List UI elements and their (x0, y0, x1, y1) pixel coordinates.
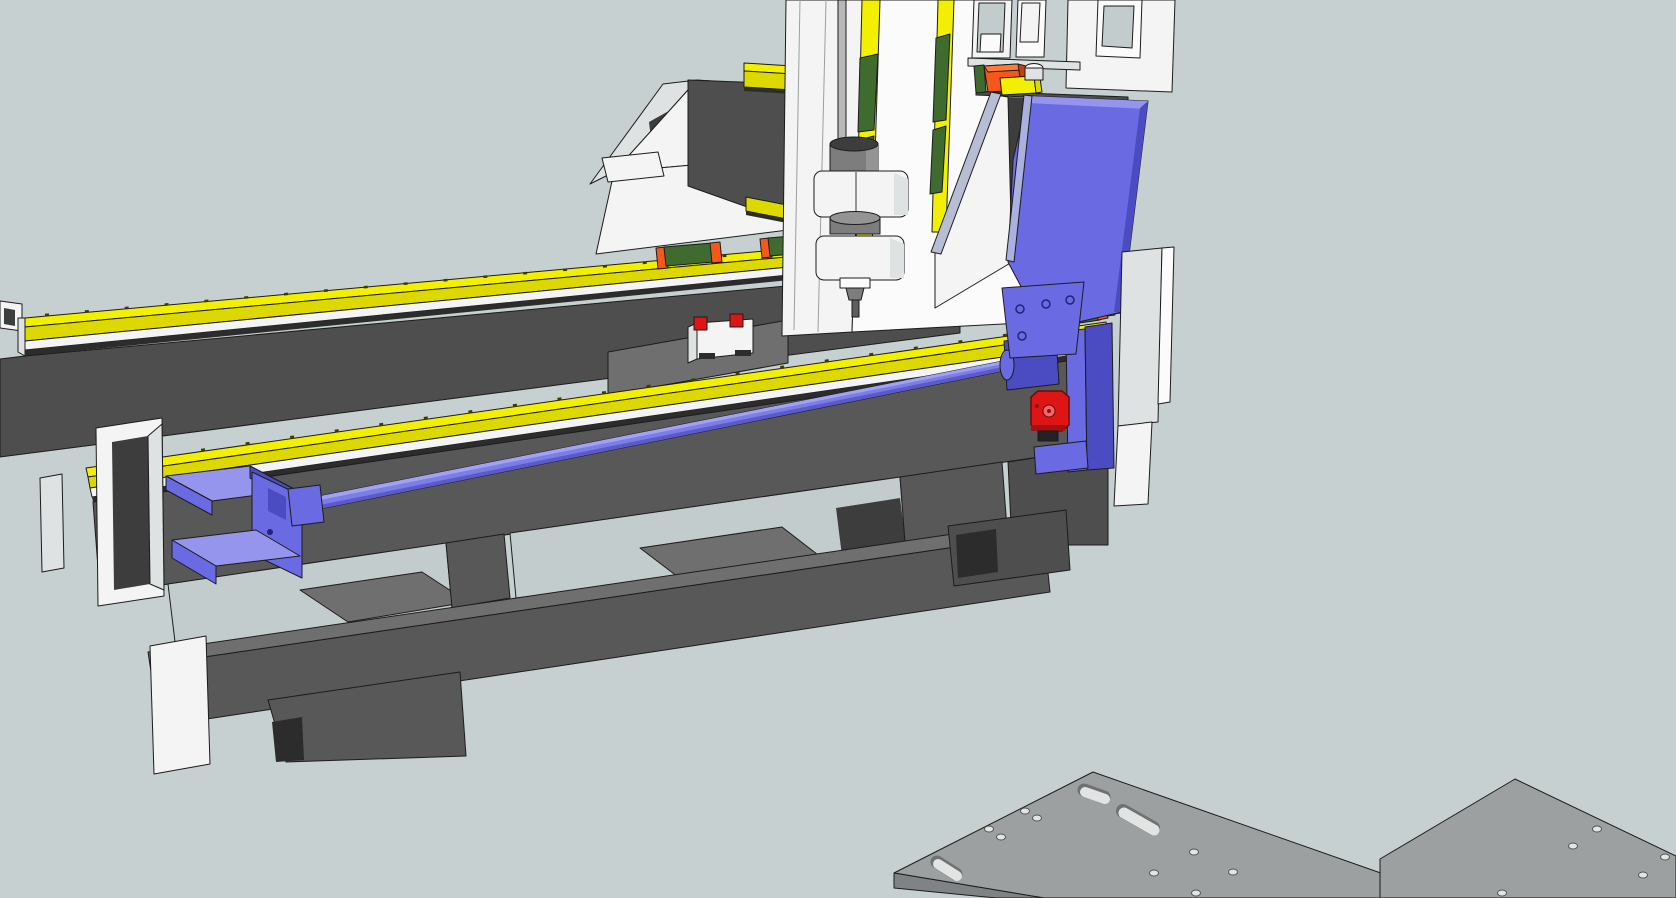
plate-hole (997, 834, 1006, 840)
model-canvas[interactable] (0, 0, 1676, 898)
motor-mount-side (1085, 323, 1114, 470)
z-bearing (858, 54, 878, 132)
plate-hole (1661, 854, 1670, 860)
plate-window-2 (1020, 3, 1040, 42)
end-bracket-notch (4, 308, 15, 326)
ballnut-bracket-plate (1002, 282, 1084, 358)
spindle-motor-top (830, 137, 878, 151)
spindle-lower-body (840, 278, 870, 288)
clamp-red-2 (730, 314, 743, 327)
motor-bolt-hole (1035, 404, 1039, 408)
cad-viewport[interactable] (0, 0, 1676, 898)
plate-hole (1021, 808, 1030, 814)
plate-hole (1639, 872, 1648, 878)
lower-leg (150, 636, 210, 774)
plate-hole (1569, 843, 1578, 849)
lower-clamp-shade (890, 238, 904, 278)
plate-hole (1593, 826, 1602, 832)
plate-hole (1229, 869, 1238, 875)
plate-hole (1150, 870, 1159, 876)
channel-flange (148, 424, 164, 590)
channel-interior (112, 436, 150, 590)
clamp-red-1 (694, 317, 707, 330)
clamp-orange (710, 242, 722, 263)
leg-slab (40, 474, 64, 572)
end-leg (1114, 422, 1152, 506)
upper-clamp (814, 171, 908, 217)
z-motor-top (984, 64, 1022, 72)
bolt-hole (267, 529, 273, 535)
motor-connector (1038, 431, 1058, 441)
upper-clamp-shade (894, 173, 908, 215)
motor-bottom-band (1031, 425, 1065, 431)
plate-hole (985, 826, 994, 832)
tool-bit (852, 300, 859, 317)
spindle-nose (846, 288, 864, 300)
motor-shaft (1047, 409, 1051, 413)
plate-hole (1033, 815, 1042, 821)
plate-hole (1498, 890, 1507, 896)
slot-hole (1085, 792, 1105, 799)
clamp-shadow-1 (699, 353, 715, 359)
end-plate (1118, 248, 1162, 426)
shaft-coupler-body (1025, 68, 1043, 80)
z-lead-screw (838, 0, 846, 146)
window-ledge (980, 34, 1001, 52)
screw-bearing-block (288, 485, 324, 526)
plate-hole (1192, 890, 1201, 896)
bracket-window (1102, 6, 1134, 48)
frame-post (446, 534, 510, 608)
rail-end-cap (18, 318, 25, 356)
clamp-shadow-2 (735, 350, 751, 356)
plate-hole (1190, 849, 1199, 855)
center-foot-notch (272, 717, 304, 762)
right-foot-notch (956, 529, 998, 578)
collar-top (830, 212, 880, 225)
top-bracket-assembly[interactable] (968, 0, 1175, 95)
motor-mount-foot (1034, 441, 1088, 474)
bearing-green (664, 243, 714, 266)
